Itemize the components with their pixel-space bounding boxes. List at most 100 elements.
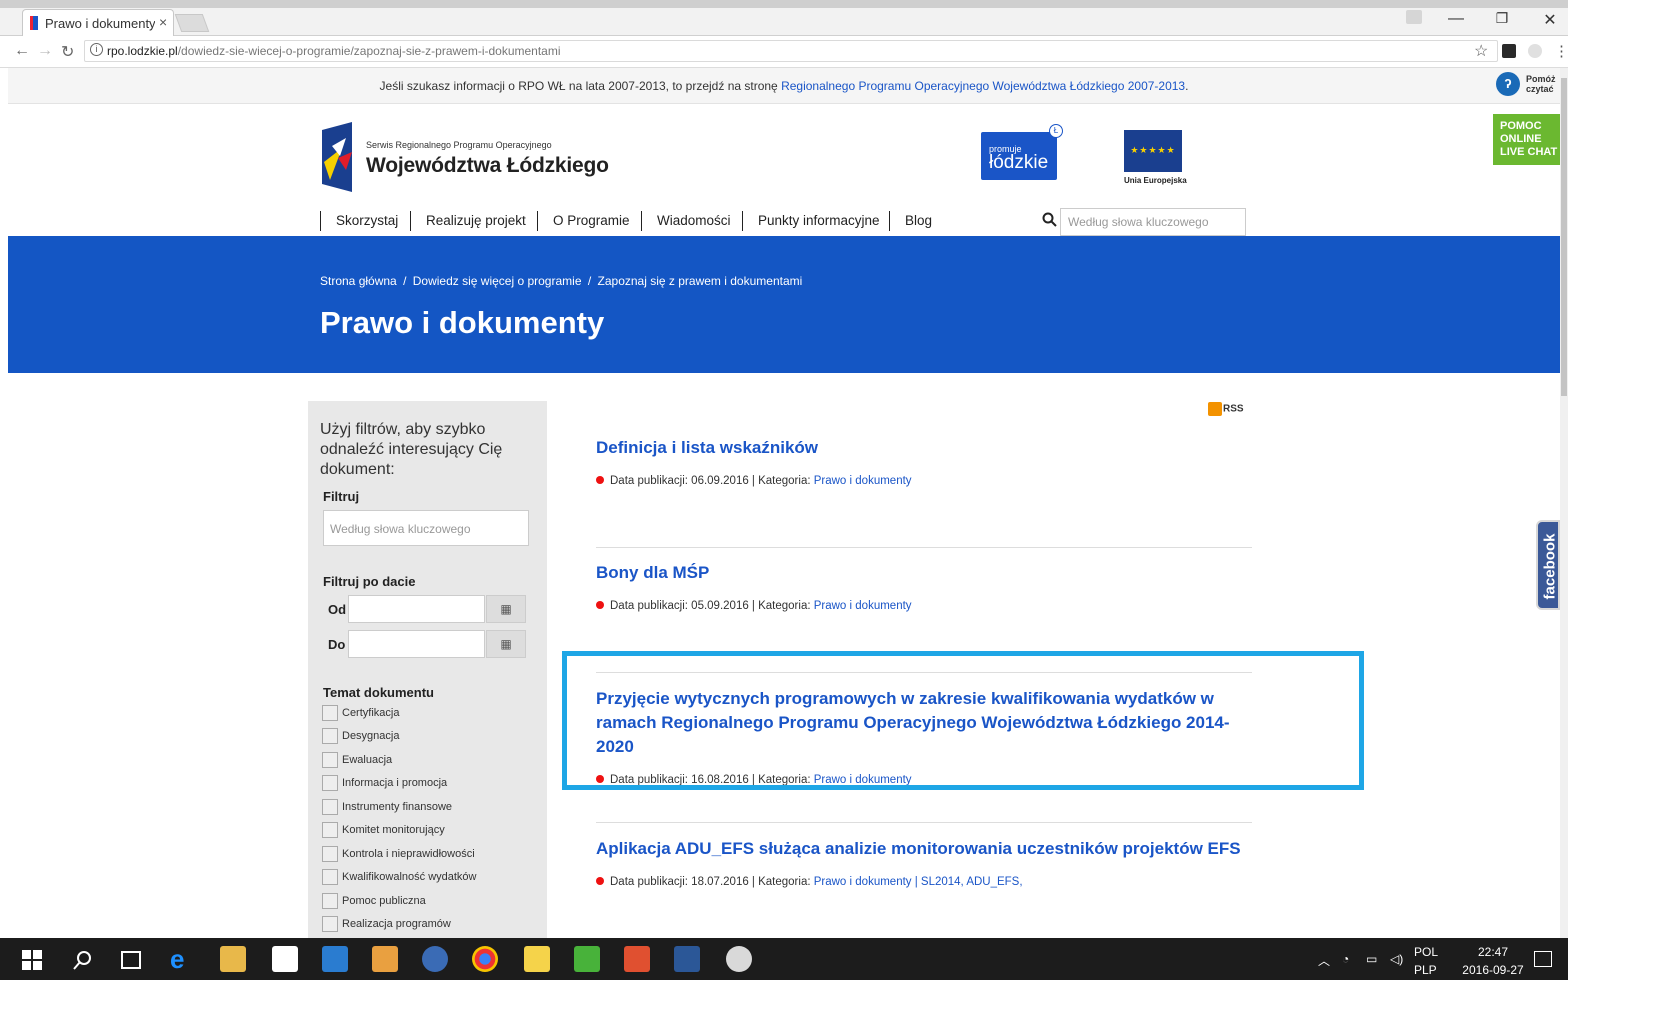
extension-icon[interactable] [1502, 44, 1516, 58]
checkbox[interactable] [322, 799, 338, 815]
tab-close-icon[interactable]: × [159, 14, 167, 30]
topic-heading: Temat dokumentu [323, 685, 434, 700]
store-icon[interactable] [272, 946, 298, 972]
breadcrumb-item[interactable]: Strona główna [320, 274, 397, 288]
tag-links[interactable]: | SL2014, ADU_EFS, [912, 876, 1023, 888]
app-icon[interactable] [322, 946, 348, 972]
article-title[interactable]: Definicja i lista wskaźników [596, 436, 1252, 460]
menu-item-skorzystaj[interactable]: Skorzystaj [320, 211, 398, 231]
menu-item-o-programie[interactable]: O Programie [537, 211, 630, 231]
url-host: rpo.lodzkie.pl [107, 44, 178, 58]
language-indicator[interactable]: POL PLP [1414, 943, 1438, 979]
date-from-input[interactable] [348, 595, 485, 623]
favicon-icon [30, 16, 38, 30]
word-icon[interactable] [674, 946, 700, 972]
date-filter-heading: Filtruj po dacie [323, 574, 416, 589]
checkbox[interactable] [322, 822, 338, 838]
checkbox[interactable] [322, 705, 338, 721]
checkbox[interactable] [322, 728, 338, 744]
divider [596, 547, 1252, 548]
page-title: Prawo i dokumenty [320, 305, 605, 340]
paint-icon[interactable] [726, 946, 752, 972]
facebook-tab[interactable]: facebook [1536, 520, 1560, 610]
checkbox[interactable] [322, 893, 338, 909]
notice-link[interactable]: Regionalnego Programu Operacyjnego Wojew… [781, 79, 1185, 93]
battery-icon[interactable]: ▭ [1366, 952, 1377, 966]
article-title[interactable]: Bony dla MŚP [596, 561, 1252, 585]
breadcrumb-item[interactable]: Zapoznaj się z prawem i dokumentami [598, 274, 803, 288]
office-icon[interactable] [624, 946, 650, 972]
info-icon[interactable]: i [90, 43, 103, 56]
category-link[interactable]: Prawo i dokumenty [814, 600, 912, 612]
forward-button[interactable]: → [37, 42, 53, 60]
live-chat-button[interactable]: POMOC ONLINE LIVE CHAT [1493, 114, 1560, 165]
chrome-icon[interactable] [472, 946, 498, 972]
article-item: Aplikacja ADU_EFS służąca analizie monit… [596, 837, 1252, 888]
calendar-icon[interactable]: ▦ [486, 595, 526, 623]
promuje-lodzkie-logo[interactable]: promuje łódzkie Ł [981, 124, 1063, 180]
checkbox[interactable] [322, 916, 338, 932]
browser-tab[interactable]: Prawo i dokumenty × [22, 9, 174, 37]
browser-menu-icon[interactable]: ⋮ [1554, 42, 1569, 60]
category-link[interactable]: Prawo i dokumenty [814, 876, 912, 888]
hero-banner [8, 236, 1560, 373]
search-input[interactable]: Według słowa kluczowego [1060, 208, 1246, 236]
windows-start-icon[interactable] [22, 950, 42, 970]
extension-icon[interactable] [1528, 44, 1542, 58]
menu-item-punkty-informacyjne[interactable]: Punkty informacyjne [742, 211, 880, 231]
back-button[interactable]: ← [14, 42, 30, 60]
search-icon[interactable] [73, 950, 93, 970]
app-green-icon[interactable] [574, 946, 600, 972]
search-icon[interactable] [1042, 212, 1057, 227]
category-link[interactable]: Prawo i dokumenty [814, 475, 912, 487]
scrollbar-thumb[interactable] [1561, 78, 1567, 396]
breadcrumb-item[interactable]: Dowiedz się więcej o programie [413, 274, 582, 288]
logo-title[interactable]: Województwa Łódzkiego [366, 154, 609, 178]
minimize-button[interactable]: — [1436, 10, 1476, 28]
article-meta: Data publikacji: 18.07.2016 | Kategoria:… [596, 876, 1252, 888]
restore-button[interactable]: ❐ [1482, 10, 1522, 27]
logo-subtitle: Serwis Regionalnego Programu Operacyjneg… [366, 140, 552, 150]
tab-title: Prawo i dokumenty [45, 16, 155, 31]
bookmark-star-icon[interactable]: ☆ [1474, 41, 1488, 61]
bullet-icon [596, 476, 604, 484]
article-meta: Data publikacji: 05.09.2016 | Kategoria:… [596, 600, 1252, 612]
highlight-box [562, 651, 1364, 790]
media-icon[interactable] [372, 946, 398, 972]
file-explorer-icon[interactable] [220, 946, 246, 972]
eu-label: Unia Europejska [1124, 176, 1187, 185]
menu-item-wiadomosci[interactable]: Wiadomości [641, 211, 731, 231]
menu-item-blog[interactable]: Blog [889, 211, 932, 231]
breadcrumb: Strona główna / Dowiedz się więcej o pro… [320, 274, 803, 288]
date-to-label: Do [328, 637, 346, 652]
volume-icon[interactable]: ◁) [1390, 952, 1403, 966]
reload-button[interactable]: ↻ [61, 42, 74, 62]
eu-flag-icon: ★★★★★ [1124, 130, 1182, 172]
calendar-icon[interactable]: ▦ [486, 630, 526, 658]
checkbox[interactable] [322, 846, 338, 862]
notifications-icon[interactable] [1534, 951, 1552, 967]
profile-icon[interactable] [1406, 10, 1422, 24]
clock[interactable]: 22:47 2016-09-27 [1458, 943, 1528, 979]
ear-icon: ʔ [1496, 72, 1520, 96]
help-read-button[interactable]: ʔ Pomóż czytać [1496, 70, 1560, 100]
tray-chevron-icon[interactable]: ︿ [1318, 952, 1330, 969]
fe-logo-icon[interactable] [320, 122, 354, 192]
checkbox[interactable] [322, 775, 338, 791]
thunderbird-icon[interactable] [422, 946, 448, 972]
task-view-icon[interactable] [121, 951, 141, 969]
checkbox[interactable] [322, 869, 338, 885]
keyword-filter-input[interactable]: Według słowa kluczowego [323, 510, 529, 546]
network-icon[interactable]: ◔ [1342, 952, 1349, 966]
rss-link[interactable]: RSS [1208, 402, 1244, 416]
date-to-input[interactable] [348, 630, 485, 658]
article-title[interactable]: Aplikacja ADU_EFS służąca analizie monit… [596, 837, 1252, 861]
sticky-notes-icon[interactable] [524, 946, 550, 972]
notice-text: Jeśli szukasz informacji o RPO WŁ na lat… [379, 79, 782, 93]
address-bar[interactable]: rpo.lodzkie.pl/dowiedz-sie-wiecej-o-prog… [84, 40, 1498, 62]
menu-item-realizuje-projekt[interactable]: Realizuję projekt [410, 211, 526, 231]
date-from-label: Od [328, 602, 347, 617]
close-window-button[interactable]: ✕ [1530, 10, 1570, 30]
edge-icon[interactable]: e [170, 946, 196, 972]
checkbox[interactable] [322, 752, 338, 768]
